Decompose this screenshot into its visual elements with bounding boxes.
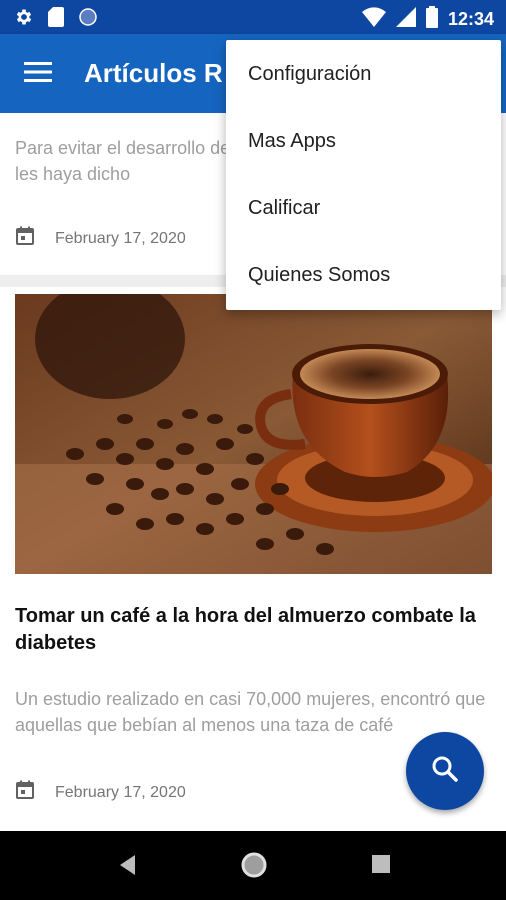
overflow-menu: Configuración Mas Apps Calificar Quienes… [226, 40, 501, 310]
circle-icon [78, 7, 98, 32]
hamburger-menu-icon[interactable] [24, 60, 54, 84]
search-fab-button[interactable] [406, 732, 484, 810]
article-date: February 17, 2020 [55, 229, 186, 247]
menu-item-configuracion[interactable]: Configuración [226, 41, 501, 108]
recents-icon[interactable] [370, 853, 392, 880]
app-title: Artículos R [84, 58, 223, 88]
back-icon[interactable] [117, 853, 137, 882]
gear-icon [14, 7, 34, 32]
navigation-bar [0, 831, 506, 900]
article-date-row: February 17, 2020 [15, 226, 186, 251]
wifi-icon [361, 7, 386, 32]
battery-icon [425, 6, 438, 33]
sim-card-icon [48, 7, 64, 32]
search-icon [430, 754, 460, 789]
status-bar-right: 12:34 [361, 6, 494, 33]
menu-item-calificar[interactable]: Calificar [226, 175, 501, 242]
home-icon[interactable] [240, 851, 268, 884]
status-bar: 12:34 [0, 0, 506, 34]
calendar-icon [15, 780, 35, 805]
calendar-icon [15, 226, 35, 251]
article-date: February 17, 2020 [55, 783, 186, 801]
article-date-row: February 17, 2020 [15, 780, 186, 805]
menu-item-quienes-somos[interactable]: Quienes Somos [226, 242, 501, 309]
status-time: 12:34 [447, 9, 494, 29]
status-bar-left [14, 7, 98, 32]
article-image [15, 279, 495, 574]
menu-item-mas-apps[interactable]: Mas Apps [226, 108, 501, 175]
signal-icon [395, 7, 416, 32]
article-title: Tomar un café a la hora del almuerzo com… [15, 605, 476, 654]
article-excerpt: Un estudio realizado en casi 70,000 muje… [15, 689, 486, 735]
